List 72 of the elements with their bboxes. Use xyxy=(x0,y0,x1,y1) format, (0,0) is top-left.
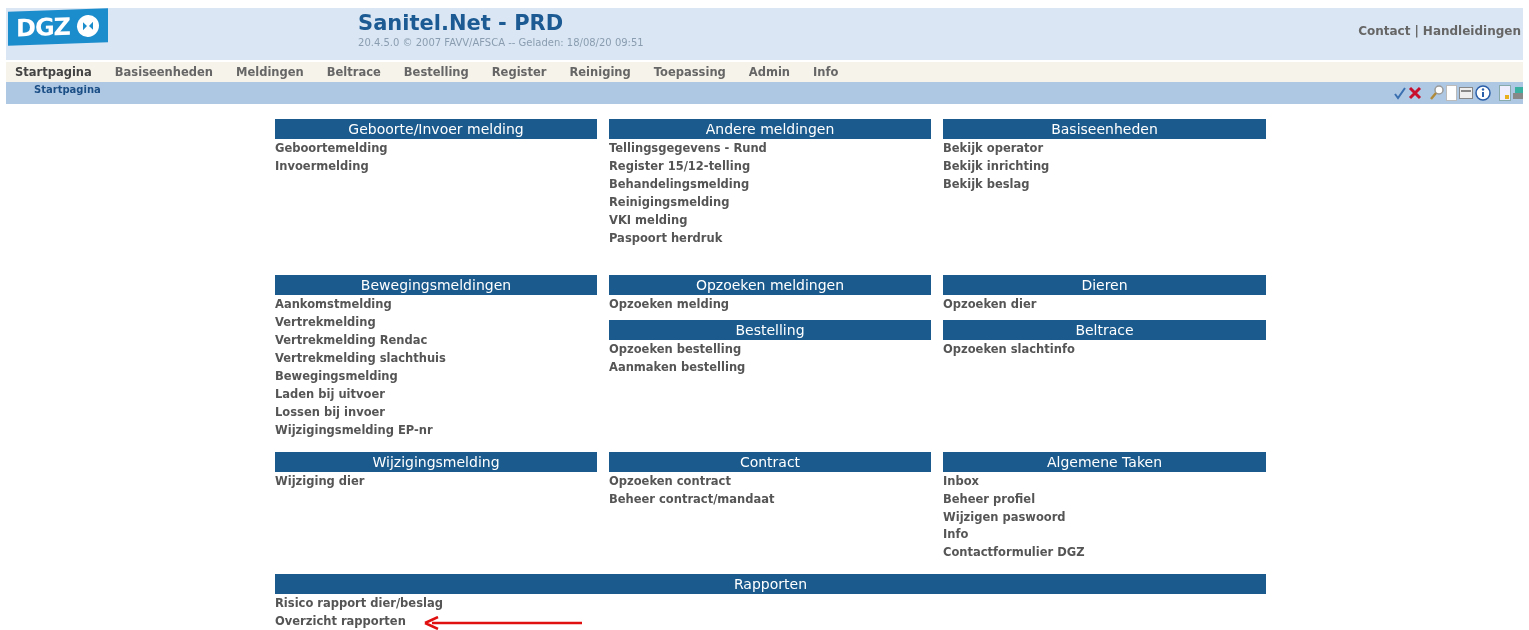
section-header: Opzoeken meldingen xyxy=(609,275,931,296)
app-title: Sanitel.Net - PRD xyxy=(358,11,565,35)
menu-item[interactable]: Admin xyxy=(748,65,791,79)
section-header: Contract xyxy=(609,451,931,472)
menu-link[interactable]: Vertrekmelding xyxy=(275,314,597,333)
menu-item[interactable]: Register xyxy=(491,65,547,79)
menu-link[interactable]: Behandelingsmelding xyxy=(609,175,931,194)
menu-link[interactable]: Risico rapport dier/beslag xyxy=(275,595,443,614)
menu-item[interactable]: Beltrace xyxy=(326,65,381,79)
section-header: Geboorte/Invoer melding xyxy=(275,119,597,139)
section-header: Bestelling xyxy=(609,320,931,341)
menu-link[interactable]: Bekijk beslag xyxy=(943,175,1266,194)
menu-link[interactable]: Lossen bij invoer xyxy=(275,403,597,422)
breadcrumb[interactable]: Startpagina xyxy=(34,82,101,95)
section-header: Bewegingsmeldingen xyxy=(275,275,597,296)
menu-link[interactable]: Laden bij uitvoer xyxy=(275,385,597,404)
document-icon[interactable] xyxy=(1499,85,1511,101)
menu-link[interactable]: Wijzigingsmelding EP-nr xyxy=(275,421,597,440)
menu-link[interactable]: Beheer contract/mandaat xyxy=(609,490,931,509)
page-icon[interactable] xyxy=(1446,85,1457,101)
menu-item[interactable]: Basiseenheden xyxy=(114,65,213,79)
menu-link[interactable]: Invoermelding xyxy=(275,157,597,176)
logo-icon xyxy=(76,13,101,39)
separator: | xyxy=(1414,24,1419,38)
menu-link[interactable]: Opzoeken melding xyxy=(609,296,931,315)
menu-link[interactable]: Contactformulier DGZ xyxy=(943,544,1266,563)
section-header: Beltrace xyxy=(943,320,1266,341)
menu-link[interactable]: Bewegingsmelding xyxy=(275,368,597,386)
check-icon[interactable] xyxy=(1394,86,1406,100)
logo-text: DGZ xyxy=(16,12,71,43)
section-header: Basiseenheden xyxy=(943,119,1266,139)
section-header: Andere meldingen xyxy=(609,119,931,139)
menu-link[interactable]: Paspoort herdruk xyxy=(609,229,931,248)
menu-link[interactable]: Opzoeken contract xyxy=(609,472,931,491)
menu-link[interactable]: Opzoeken bestelling xyxy=(609,341,931,360)
menu-link[interactable]: Opzoeken dier xyxy=(943,296,1266,315)
section-header: Rapporten xyxy=(275,574,1266,595)
section-header: Dieren xyxy=(943,275,1266,296)
printer-icon[interactable] xyxy=(1513,85,1523,101)
menu-link[interactable]: Reinigingsmelding xyxy=(609,193,931,212)
menu-item[interactable]: Meldingen xyxy=(236,65,304,79)
menu-link[interactable]: Beheer profiel xyxy=(943,490,1266,509)
menu-item[interactable]: Startpagina xyxy=(15,65,92,79)
menu-link[interactable]: Info xyxy=(943,526,1266,545)
section-header: Wijzigingsmelding xyxy=(275,451,597,472)
menu-link[interactable]: Opzoeken slachtinfo xyxy=(943,341,1266,360)
card-icon[interactable] xyxy=(1459,87,1473,99)
menu-link[interactable]: Tellingsgegevens - Rund xyxy=(609,140,931,158)
menu-link[interactable]: Wijziging dier xyxy=(275,472,597,491)
menu-link[interactable]: Bekijk operator xyxy=(943,140,1266,158)
menu-link[interactable]: Overzicht rapporten xyxy=(275,613,406,630)
menu-link[interactable]: Aankomstmelding xyxy=(275,296,597,315)
section-header: Algemene Taken xyxy=(943,451,1266,472)
menu-link[interactable]: VKI melding xyxy=(609,211,931,230)
menu-link[interactable]: Aanmaken bestelling xyxy=(609,359,931,378)
menu-link[interactable]: Register 15/12-telling xyxy=(609,157,931,176)
menu-link[interactable]: Bekijk inrichting xyxy=(943,157,1266,176)
info-icon[interactable] xyxy=(1475,85,1491,101)
close-icon[interactable] xyxy=(1408,86,1422,100)
header-link[interactable]: Handleidingen xyxy=(1422,24,1521,38)
menu-link[interactable]: Vertrekmelding slachthuis xyxy=(275,350,597,369)
search-icon[interactable] xyxy=(1430,85,1444,101)
menu-item[interactable]: Info xyxy=(813,65,839,79)
menu-link[interactable]: Wijzigen paswoord xyxy=(943,508,1266,527)
menu-item[interactable]: Toepassing xyxy=(653,65,726,79)
menu-item[interactable]: Bestelling xyxy=(403,65,469,79)
version-text: 20.4.5.0 © 2007 FAVV/AFSCA -- Geladen: 18/08/20 09:51 xyxy=(358,37,644,48)
menu-link[interactable]: Vertrekmelding Rendac xyxy=(275,332,597,351)
header-link[interactable]: Contact xyxy=(1358,24,1411,38)
menu-item[interactable]: Reiniging xyxy=(569,65,631,79)
menu-link[interactable]: Inbox xyxy=(943,472,1266,491)
menu-link[interactable]: Geboortemelding xyxy=(275,140,597,158)
